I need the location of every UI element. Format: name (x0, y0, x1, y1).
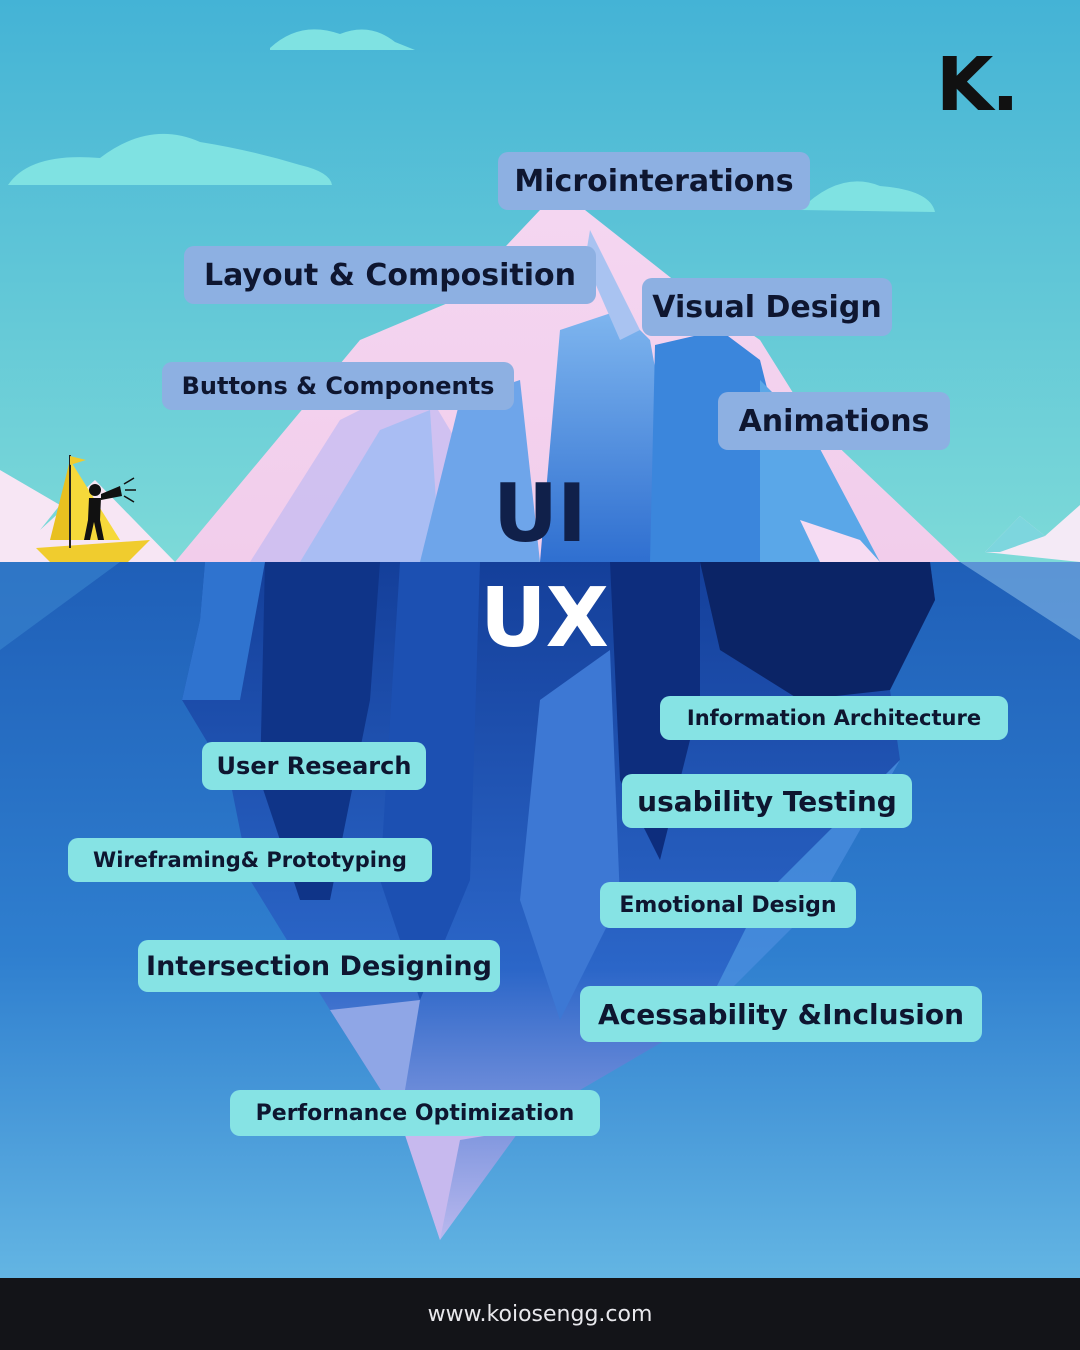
footer-bar: www.koiosengg.com (0, 1278, 1080, 1350)
website-link[interactable]: www.koiosengg.com (428, 1302, 653, 1327)
ui-topic-visual-design: Visual Design (642, 278, 892, 336)
ux-topic-performance-optimization: Perfornance Optimization (230, 1090, 600, 1136)
ux-topic-user-research: User Research (202, 742, 426, 790)
ux-topic-wireframing-prototyping: Wireframing& Prototyping (68, 838, 432, 882)
ux-topic-intersection-designing: Intersection Designing (138, 940, 500, 992)
ux-topic-emotional-design: Emotional Design (600, 882, 856, 928)
ux-topic-information-architecture: Information Architecture (660, 696, 1008, 740)
infographic-canvas: K. UI UX Microinterations Layout & Compo… (0, 0, 1080, 1350)
ux-layer-label: UX (480, 571, 609, 666)
ui-layer-label: UI (493, 467, 587, 560)
brand-logo: K. (936, 42, 1019, 128)
ux-topic-usability-testing: usability Testing (622, 774, 912, 828)
ui-topic-animations: Animations (718, 392, 950, 450)
ui-topic-layout-composition: Layout & Composition (184, 246, 596, 304)
ux-topic-accessibility-inclusion: Acessability &Inclusion (580, 986, 982, 1042)
ui-topic-buttons-components: Buttons & Components (162, 362, 514, 410)
ui-topic-microinteractions: Microinterations (498, 152, 810, 210)
